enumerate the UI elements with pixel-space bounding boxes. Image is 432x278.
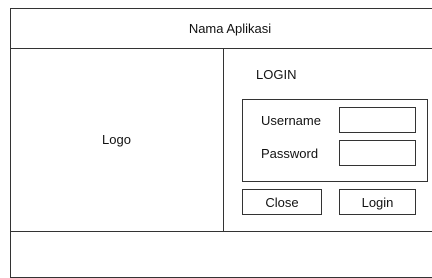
close-button[interactable]: Close (242, 189, 322, 215)
password-input[interactable] (339, 140, 416, 166)
app-title: Nama Aplikasi (188, 20, 272, 36)
app-header: Nama Aplikasi (10, 8, 432, 49)
logo-placeholder: Logo (102, 132, 131, 147)
password-label: Password (261, 146, 319, 161)
username-input[interactable] (339, 107, 416, 133)
username-label: Username (261, 113, 321, 128)
login-button[interactable]: Login (339, 189, 416, 215)
logo-panel: Logo (10, 48, 224, 232)
login-title: LOGIN (256, 67, 297, 82)
